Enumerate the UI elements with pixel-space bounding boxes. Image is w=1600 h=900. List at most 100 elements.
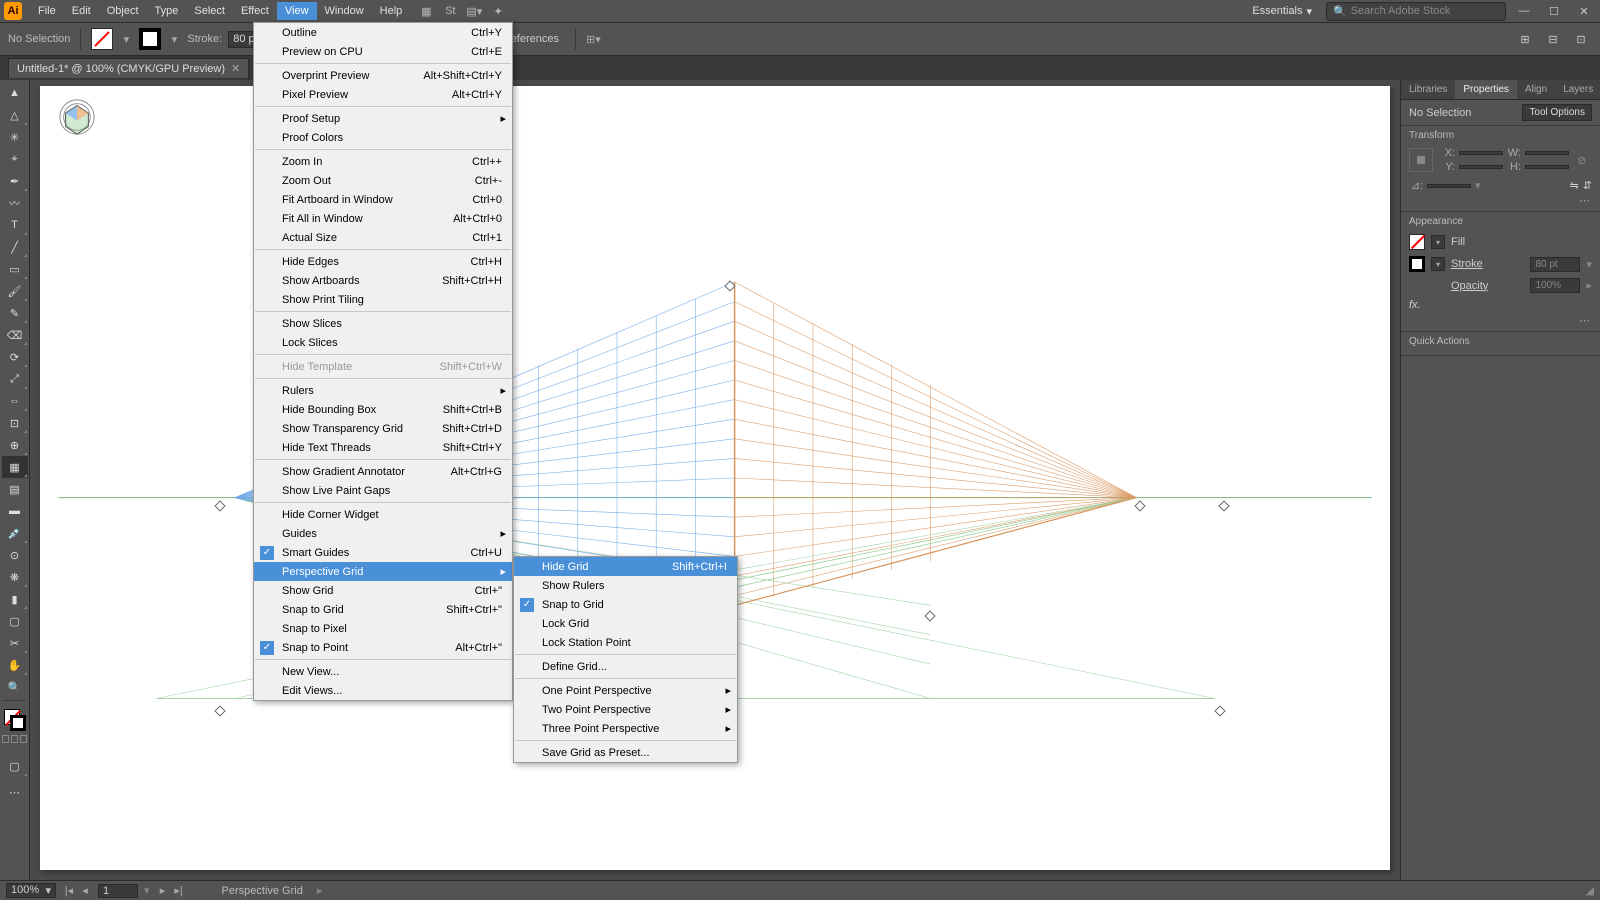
flip-h-icon[interactable]: ⇋ (1570, 179, 1579, 192)
panel-toggle-1[interactable]: ⊞ (1514, 28, 1536, 50)
search-input[interactable]: 🔍Search Adobe Stock (1326, 2, 1506, 21)
menuitem-proof-setup[interactable]: Proof Setup▸ (254, 109, 512, 128)
menu-object[interactable]: Object (99, 2, 147, 20)
magic-wand-tool[interactable]: ✳ (2, 126, 28, 148)
width-tool[interactable]: ⇔ (2, 390, 28, 412)
menuitem-show-print-tiling[interactable]: Show Print Tiling (254, 290, 512, 309)
more-options-icon[interactable]: ⋯ (1409, 194, 1592, 207)
arrange-icon[interactable]: ▤▾ (464, 3, 484, 19)
menuitem-define-grid-[interactable]: Define Grid... (514, 657, 737, 676)
artboard-nav[interactable]: ▸▸| (156, 884, 186, 897)
opacity-field[interactable]: 100% (1530, 278, 1580, 293)
rotate-tool[interactable]: ⟳ (2, 346, 28, 368)
menuitem-lock-slices[interactable]: Lock Slices (254, 333, 512, 352)
menuitem-show-gradient-annotator[interactable]: Show Gradient AnnotatorAlt+Ctrl+G (254, 462, 512, 481)
menu-view[interactable]: View (277, 2, 317, 20)
tab-align[interactable]: Align (1517, 80, 1555, 99)
tab-libraries[interactable]: Libraries (1401, 80, 1455, 99)
fill-swatch-panel[interactable] (1409, 234, 1425, 250)
stroke-swatch[interactable] (139, 28, 161, 50)
align-dropdown[interactable]: ⊞▾ (586, 33, 600, 46)
slice-tool[interactable]: ✂ (2, 632, 28, 654)
eraser-tool[interactable]: ⌫ (2, 324, 28, 346)
lasso-tool[interactable]: ⌖ (2, 148, 28, 170)
menuitem-show-artboards[interactable]: Show ArtboardsShift+Ctrl+H (254, 271, 512, 290)
menuitem-zoom-in[interactable]: Zoom InCtrl++ (254, 152, 512, 171)
menuitem-actual-size[interactable]: Actual SizeCtrl+1 (254, 228, 512, 247)
menuitem-show-grid[interactable]: Show GridCtrl+" (254, 581, 512, 600)
tool-options-button[interactable]: Tool Options (1522, 104, 1592, 121)
menuitem-fit-all-in-window[interactable]: Fit All in WindowAlt+Ctrl+0 (254, 209, 512, 228)
menu-edit[interactable]: Edit (64, 2, 99, 20)
rectangle-tool[interactable]: ▭ (2, 258, 28, 280)
eyedropper-tool[interactable]: 💉 (2, 522, 28, 544)
link-wh-icon[interactable]: ⊘ (1577, 154, 1586, 167)
tab-layers[interactable]: Layers (1555, 80, 1600, 99)
close-button[interactable]: ✕ (1572, 2, 1596, 20)
y-field[interactable] (1459, 165, 1503, 169)
menuitem-save-grid-as-preset-[interactable]: Save Grid as Preset... (514, 743, 737, 762)
menuitem-pixel-preview[interactable]: Pixel PreviewAlt+Ctrl+Y (254, 85, 512, 104)
column-graph-tool[interactable]: ▮ (2, 588, 28, 610)
paintbrush-tool[interactable]: 🖌 (2, 280, 28, 302)
menuitem-new-view-[interactable]: New View... (254, 662, 512, 681)
fill-stroke-control[interactable] (2, 707, 28, 733)
scale-tool[interactable]: ⤢ (2, 368, 28, 390)
menuitem-show-rulers[interactable]: Show Rulers (514, 576, 737, 595)
menuitem-snap-to-pixel[interactable]: Snap to Pixel (254, 619, 512, 638)
direct-selection-tool[interactable]: △ (2, 104, 28, 126)
artboard-number[interactable]: 1 (98, 884, 138, 898)
menuitem-hide-bounding-box[interactable]: Hide Bounding BoxShift+Ctrl+B (254, 400, 512, 419)
fill-swatch[interactable] (91, 28, 113, 50)
menuitem-snap-to-grid[interactable]: Snap to GridShift+Ctrl+" (254, 600, 512, 619)
symbol-sprayer-tool[interactable]: ❋ (2, 566, 28, 588)
menuitem-lock-grid[interactable]: Lock Grid (514, 614, 737, 633)
menuitem-perspective-grid[interactable]: Perspective Grid▸ (254, 562, 512, 581)
stroke-weight-panel[interactable]: 80 pt (1530, 257, 1580, 272)
free-transform-tool[interactable]: ⊡ (2, 412, 28, 434)
menu-select[interactable]: Select (186, 2, 233, 20)
perspective-grid-tool[interactable]: ▦ (2, 456, 28, 478)
menuitem-show-live-paint-gaps[interactable]: Show Live Paint Gaps (254, 481, 512, 500)
menuitem-edit-views-[interactable]: Edit Views... (254, 681, 512, 700)
menuitem-snap-to-point[interactable]: ✓Snap to PointAlt+Ctrl+" (254, 638, 512, 657)
menuitem-proof-colors[interactable]: Proof Colors (254, 128, 512, 147)
shaper-tool[interactable]: ✎ (2, 302, 28, 324)
menuitem-hide-edges[interactable]: Hide EdgesCtrl+H (254, 252, 512, 271)
resize-grip[interactable]: ◢ (1586, 884, 1594, 897)
gpu-icon[interactable]: ✦ (488, 3, 508, 19)
stroke-swatch-panel[interactable] (1409, 256, 1425, 272)
mesh-tool[interactable]: ▤ (2, 478, 28, 500)
screen-mode-button[interactable]: ▢ (2, 755, 28, 777)
menuitem-outline[interactable]: OutlineCtrl+Y (254, 23, 512, 42)
bridge-icon[interactable]: ▦ (416, 3, 436, 19)
menuitem-hide-text-threads[interactable]: Hide Text ThreadsShift+Ctrl+Y (254, 438, 512, 457)
panel-toggle-3[interactable]: ⊡ (1570, 28, 1592, 50)
edit-toolbar-button[interactable]: ⋯ (2, 781, 28, 803)
curvature-tool[interactable]: 〰 (2, 192, 28, 214)
close-tab-icon[interactable]: ✕ (231, 62, 240, 75)
menuitem-rulers[interactable]: Rulers▸ (254, 381, 512, 400)
zoom-selector[interactable]: 100%▾ (6, 883, 56, 898)
menu-window[interactable]: Window (317, 2, 372, 20)
more-options-icon[interactable]: ⋯ (1409, 314, 1592, 327)
tab-properties[interactable]: Properties (1455, 80, 1517, 99)
type-tool[interactable]: T (2, 214, 28, 236)
menuitem-snap-to-grid[interactable]: ✓Snap to Grid (514, 595, 737, 614)
x-field[interactable] (1459, 151, 1503, 155)
menuitem-show-transparency-grid[interactable]: Show Transparency GridShift+Ctrl+D (254, 419, 512, 438)
menuitem-hide-corner-widget[interactable]: Hide Corner Widget (254, 505, 512, 524)
maximize-button[interactable]: ☐ (1542, 2, 1566, 20)
menuitem-three-point-perspective[interactable]: Three Point Perspective▸ (514, 719, 737, 738)
menuitem-one-point-perspective[interactable]: One Point Perspective▸ (514, 681, 737, 700)
w-field[interactable] (1525, 151, 1569, 155)
menuitem-zoom-out[interactable]: Zoom OutCtrl+- (254, 171, 512, 190)
menu-help[interactable]: Help (372, 2, 411, 20)
gradient-tool[interactable]: ▬ (2, 500, 28, 522)
artboard-tool[interactable]: ▢ (2, 610, 28, 632)
document-tab[interactable]: Untitled-1* @ 100% (CMYK/GPU Preview) ✕ (8, 58, 249, 78)
color-mode-buttons[interactable] (2, 735, 28, 749)
artboard-nav[interactable]: |◂◂ (62, 884, 92, 897)
menuitem-preview-on-cpu[interactable]: Preview on CPUCtrl+E (254, 42, 512, 61)
fx-button[interactable]: fx. (1409, 299, 1421, 311)
